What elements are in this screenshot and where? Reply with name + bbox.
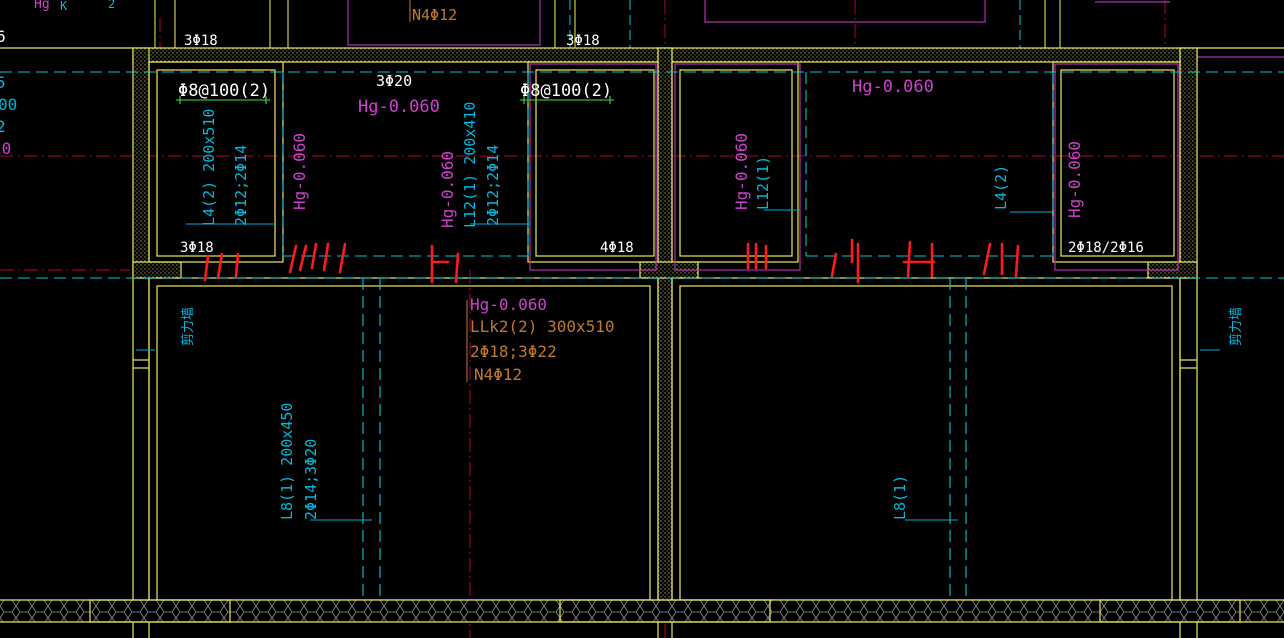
rebar-top-3phi20: 3Φ20 <box>376 72 412 90</box>
left-20: 20 <box>0 139 11 158</box>
left-00: 00 <box>0 95 17 114</box>
hg-right-top: Hg-0.060 <box>852 77 934 97</box>
llk-n4: N4Φ12 <box>474 365 522 384</box>
l12-label: L12(1) 200x410 <box>461 102 479 228</box>
top-n4-label: N4Φ12 <box>412 6 457 24</box>
hg-mid-top: Hg-0.060 <box>358 97 440 117</box>
top-walls <box>154 0 1061 48</box>
rebar-top-left: 3Φ18 <box>184 33 218 49</box>
hg-vertical-2: Hg-0.060 <box>438 151 457 228</box>
top-beams-magenta <box>347 0 1170 46</box>
rebar-bottom-left: 3Φ18 <box>180 240 214 256</box>
leader-lines <box>136 209 1220 521</box>
rebar-bottom-right: 2Φ18/2Φ16 <box>1068 240 1144 256</box>
cad-drawing-canvas[interactable]: Hg K 2 N4Φ12 6 5 00 2 20 3Φ18 3Φ18 3Φ20 … <box>0 0 1284 638</box>
left-5: 5 <box>0 73 6 92</box>
right-wall <box>1179 47 1198 609</box>
left-wall <box>132 47 150 609</box>
llk-rebar: 2Φ18;3Φ22 <box>470 342 557 361</box>
llk-label: LLk2(2) 300x510 <box>470 317 615 336</box>
hg-vertical-1: Hg-0.060 <box>290 133 309 210</box>
fragment-hg: Hg <box>34 0 50 12</box>
l4-left-label: L4(2) 200x510 <box>200 109 218 226</box>
fragment-2: 2 <box>108 0 115 11</box>
l8-right-label: L8(1) <box>891 475 909 520</box>
rebar-bottom-mid: 4Φ18 <box>600 240 634 256</box>
l12-right-label: L12(1) <box>754 156 772 210</box>
bottom-wall-band <box>0 599 1284 638</box>
llk-hg: Hg-0.060 <box>470 295 547 314</box>
l4-right-label: L4(2) <box>992 165 1010 210</box>
stirrup-left-label: Φ8@100(2) <box>178 81 270 101</box>
hg-vertical-4: Hg-0.060 <box>1065 141 1084 218</box>
l8-left-rebar: 2Φ14;3Φ20 <box>302 439 320 520</box>
top-wall-band <box>0 47 1284 63</box>
l8-left-label: L8(1) 200x450 <box>278 403 296 520</box>
middle-wall <box>657 47 673 609</box>
top-dashed-beams <box>569 0 1021 48</box>
shear-wall-left-label: 剪力墙 <box>180 307 196 346</box>
l4-left-rebar: 2Φ12;2Φ14 <box>232 145 250 226</box>
left-2: 2 <box>0 117 6 136</box>
l12-rebar: 2Φ12;2Φ14 <box>484 145 502 226</box>
hg-vertical-3: Hg-0.060 <box>732 133 751 210</box>
stirrup-mid-label: Φ8@100(2) <box>520 81 612 101</box>
shear-wall-right-label: 剪力墙 <box>1228 307 1244 346</box>
fragment-k: K <box>60 0 68 13</box>
left-6: 6 <box>0 27 6 46</box>
rebar-top-mid: 3Φ18 <box>566 33 600 49</box>
